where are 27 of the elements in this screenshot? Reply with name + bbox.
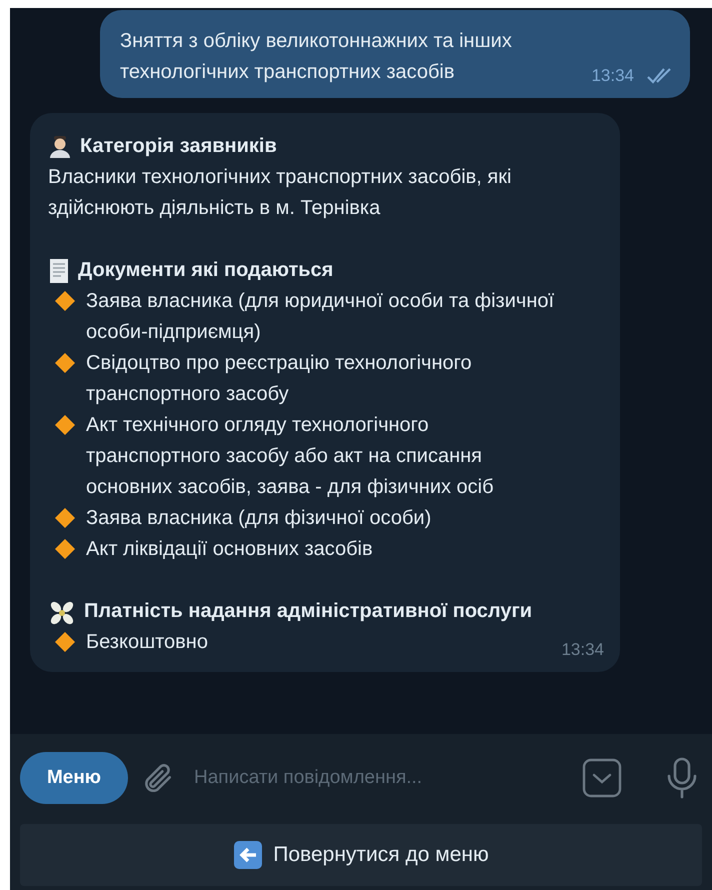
message-time: 13:34 <box>561 638 604 660</box>
diamond-icon <box>54 290 76 312</box>
diamond-icon <box>54 631 76 653</box>
list-item-text: Заява власника (для юридичної особи та фізичної особи-підприємця) <box>86 289 556 345</box>
keyboard-button[interactable]: Повернутися до меню <box>20 824 702 886</box>
menu-button[interactable]: Меню <box>20 752 128 804</box>
microphone-icon[interactable] <box>666 757 698 799</box>
person-icon <box>48 134 72 158</box>
chevron-down-icon[interactable] <box>582 758 622 798</box>
message-time: 13:34 <box>591 64 634 86</box>
flower-icon <box>48 599 76 627</box>
section-heading: Документи які подаються <box>78 258 334 283</box>
diamond-icon <box>54 414 76 436</box>
section-heading: Платність надання адміністративної послуги <box>84 599 532 624</box>
document-icon <box>48 258 70 284</box>
message-text: Зняття з обліку великотоннажних та інших технологічних транспортних засобів <box>120 29 513 85</box>
list-item-text: Заява власника (для фізичної особи) <box>86 506 432 531</box>
message-text: Власники технологічних транспортних засобів, які здійснюють діяльність в м. Тернівка <box>48 165 512 221</box>
list-item-text: Безкоштовно <box>86 630 208 655</box>
diamond-icon <box>54 352 76 374</box>
list-item-text: Акт ліквідації основних засобів <box>86 537 373 562</box>
list-item-text: Свідоцтво про реєстрацію технологічного транспортного засобу <box>86 351 473 407</box>
diamond-icon <box>54 507 76 529</box>
section-heading: Категорія заявників <box>80 134 277 159</box>
diamond-icon <box>54 538 76 560</box>
list-item-text: Акт технічного огляду технологічного транспортного засобу або акт на списання основних засобів, заява - для фізичних осіб <box>86 413 495 500</box>
message-input[interactable]: Написати повідомлення... <box>194 764 570 792</box>
